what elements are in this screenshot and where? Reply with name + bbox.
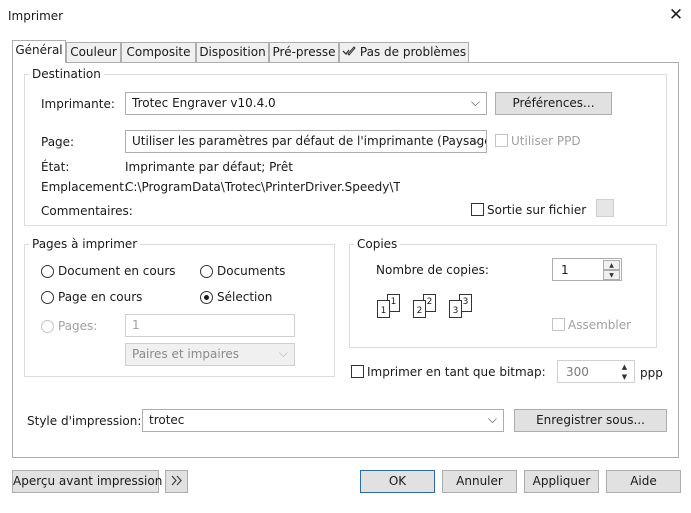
location-value: C:\ProgramData\Trotec\PrinterDriver.Spee… (125, 180, 400, 194)
collate-illustration: 1 1 2 2 3 3 (373, 294, 483, 328)
spin-down-icon[interactable]: ▼ (603, 270, 620, 280)
use-ppd-label: Utiliser PPD (511, 134, 581, 148)
current-page-radio[interactable] (41, 291, 54, 304)
page-select[interactable]: Utiliser les paramètres par défaut de l'… (125, 130, 487, 153)
collate-checkbox[interactable] (552, 318, 565, 331)
double-arrow-right-icon (171, 475, 182, 486)
print-as-bitmap-checkbox[interactable] (351, 365, 364, 378)
spin-down-icon[interactable]: ▼ (616, 372, 633, 382)
tab-general[interactable]: Général (12, 40, 66, 63)
current-document-label: Document en cours (58, 264, 176, 278)
comments-label: Commentaires: (41, 204, 133, 218)
help-button[interactable]: Aide (606, 470, 681, 493)
copies-count-label: Nombre de copies: (376, 263, 489, 277)
cancel-button[interactable]: Annuler (442, 470, 517, 493)
collate-label: Assembler (568, 318, 632, 332)
documents-radio[interactable] (200, 265, 213, 278)
chevron-down-icon: ⌵ (487, 412, 497, 426)
use-ppd-checkbox[interactable] (495, 134, 508, 147)
apply-button[interactable]: Appliquer (524, 470, 599, 493)
tab-no-problems[interactable]: Pas de problèmes (339, 42, 469, 62)
destination-legend: Destination (32, 67, 101, 81)
bitmap-unit: ppp (640, 366, 663, 380)
preferences-button[interactable]: Préférences... (495, 92, 612, 115)
pages-legend: Pages à imprimer (32, 237, 138, 251)
spin-up-icon[interactable]: ▲ (603, 260, 620, 270)
printer-label: Imprimante: (41, 97, 115, 111)
copies-legend: Copies (357, 237, 398, 251)
chevron-down-icon: ⌵ (470, 95, 480, 109)
selection-radio[interactable] (200, 291, 213, 304)
print-style-label: Style d'impression: (27, 414, 142, 428)
collate-page-front: 1 (377, 300, 390, 318)
pages-range-label: Pages: (58, 319, 98, 333)
file-browse-button[interactable] (596, 199, 614, 217)
print-preview-button[interactable]: Aperçu avant impression (12, 470, 162, 493)
pages-range-input[interactable]: 1 (125, 314, 295, 337)
tab-prepress[interactable]: Pré-presse (269, 42, 339, 62)
collate-page-pair: 3 3 (445, 294, 481, 328)
ok-button[interactable]: OK (360, 470, 435, 493)
status-value: Imprimante par défaut; Prêt (125, 160, 293, 174)
save-as-button[interactable]: Enregistrer sous... (514, 409, 667, 432)
documents-label: Documents (217, 264, 286, 278)
print-as-bitmap-label: Imprimer en tant que bitmap: (367, 365, 546, 379)
chevron-down-icon: ⌵ (470, 133, 480, 147)
print-to-file-checkbox[interactable] (471, 203, 484, 216)
window-title: Imprimer (8, 9, 64, 23)
location-label: Emplacement: (41, 180, 128, 194)
tab-layout[interactable]: Disposition (196, 42, 269, 62)
current-page-label: Page en cours (58, 290, 143, 304)
tab-composite[interactable]: Composite (121, 42, 196, 62)
chevron-down-icon: ⌵ (278, 346, 288, 360)
status-label: État: (41, 160, 70, 174)
tab-color[interactable]: Couleur (66, 42, 121, 62)
odd-even-select[interactable]: Paires et impaires ⌵ (125, 343, 295, 366)
bitmap-dpi-stepper[interactable]: 300 ▲ ▼ (557, 360, 635, 383)
close-icon[interactable]: ✕ (665, 4, 687, 26)
current-document-radio[interactable] (41, 265, 54, 278)
collate-page-pair: 2 2 (409, 294, 445, 328)
copies-count-stepper[interactable]: 1 ▲ ▼ (552, 258, 622, 281)
print-style-select[interactable]: trotec ⌵ (142, 409, 504, 432)
spin-up-icon[interactable]: ▲ (616, 362, 633, 372)
expand-preview-button[interactable] (165, 470, 188, 493)
selection-label: Sélection (217, 290, 273, 304)
collate-page-front: 3 (449, 300, 462, 318)
print-to-file-label: Sortie sur fichier (487, 203, 587, 217)
collate-page-pair: 1 1 (373, 294, 409, 328)
collate-page-front: 2 (413, 300, 426, 318)
pages-range-radio[interactable] (41, 320, 54, 333)
title-bar: Imprimer ✕ (0, 0, 691, 34)
printer-select[interactable]: Trotec Engraver v10.4.0 ⌵ (125, 92, 487, 115)
check-pencil-icon (342, 46, 356, 56)
page-label: Page: (41, 135, 75, 149)
